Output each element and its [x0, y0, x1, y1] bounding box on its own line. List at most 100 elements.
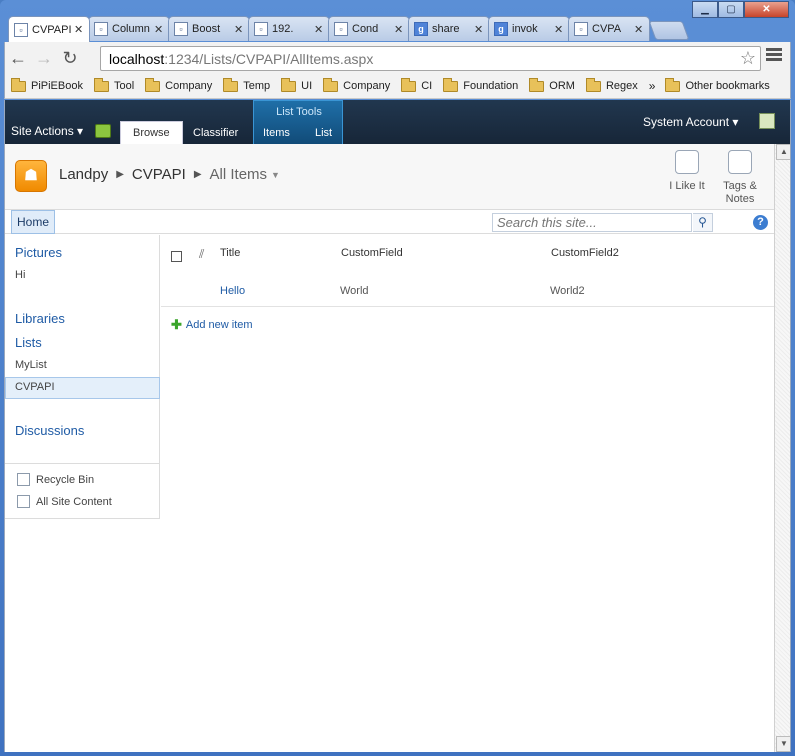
new-tab-button[interactable] [648, 21, 690, 40]
search-icon[interactable]: ⚲ [693, 213, 713, 232]
nav-home[interactable]: Home [11, 210, 56, 234]
breadcrumb: Landpy ▶ CVPAPI ▶ All Items ▼ [59, 166, 280, 183]
ql-heading-discussions[interactable]: Discussions [15, 423, 84, 438]
close-icon[interactable]: ✕ [634, 23, 644, 36]
row-divider [161, 306, 776, 307]
tab-invoke[interactable]: g invok ✕ [488, 16, 570, 41]
tags-label-line1: Tags & [723, 180, 757, 192]
bookmark-label: UI [301, 80, 313, 92]
column-customfield2[interactable]: CustomField2 [551, 247, 619, 259]
tab-192[interactable]: ▫ 192. ✕ [248, 16, 330, 41]
tab-items[interactable]: Items [251, 121, 302, 144]
site-logo-icon[interactable]: ☗ [15, 160, 47, 192]
search-input[interactable] [492, 213, 692, 232]
bookmark-folder[interactable]: Temp [223, 77, 271, 92]
bookmark-folder[interactable]: UI [281, 77, 313, 92]
tab-browse[interactable]: Browse [120, 121, 183, 144]
bookmark-folder[interactable]: Foundation [443, 77, 519, 92]
browser-window: ▁ ▢ ✕ ▫ CVPAPI ✕ ▫ Column ✕ ▫ Boost ✕ ▫ … [0, 0, 795, 756]
bookmark-folder[interactable]: ORM [529, 77, 575, 92]
folder-icon [145, 77, 161, 92]
column-title[interactable]: Title [220, 247, 240, 259]
tab-cond[interactable]: ▫ Cond ✕ [328, 16, 410, 41]
breadcrumb-view[interactable]: All Items [210, 166, 268, 183]
more-bookmarks-button[interactable]: » [649, 79, 656, 93]
add-new-label: Add new item [185, 319, 253, 331]
ql-heading-lists[interactable]: Lists [15, 335, 42, 350]
tab-strip: ▫ CVPAPI ✕ ▫ Column ✕ ▫ Boost ✕ ▫ 192. ✕… [8, 16, 690, 42]
folder-icon [11, 77, 26, 92]
close-icon[interactable]: ✕ [554, 23, 564, 36]
breadcrumb-list[interactable]: CVPAPI [132, 166, 186, 183]
bookmark-folder[interactable]: Regex [585, 77, 638, 92]
tab-column[interactable]: ▫ Column ✕ [88, 16, 170, 41]
tab-cvpapi[interactable]: ▫ CVPAPI ✕ [8, 16, 90, 42]
ql-all-site-content[interactable]: All Site Content [17, 495, 112, 508]
site-actions-menu[interactable]: Site Actions ▾ [11, 124, 83, 138]
bookmark-star-icon[interactable]: ☆ [740, 48, 756, 69]
other-bookmarks-folder[interactable]: Other bookmarks [665, 77, 770, 92]
tab-cvpa[interactable]: ▫ CVPA ✕ [568, 16, 650, 41]
bookmark-folder[interactable]: CI [401, 77, 433, 92]
chevron-down-icon[interactable]: ▼ [271, 170, 280, 180]
window-controls: ▁ ▢ ✕ [692, 1, 789, 18]
tab-list[interactable]: List [303, 121, 344, 144]
close-icon[interactable]: ✕ [154, 23, 164, 36]
select-all-checkbox[interactable] [171, 251, 182, 262]
close-icon[interactable]: ✕ [394, 23, 404, 36]
column-customfield[interactable]: CustomField [341, 247, 403, 259]
close-window-button[interactable]: ✕ [744, 1, 789, 18]
sharepoint-page: Site Actions ▾ List Tools Browse Classif… [4, 100, 791, 752]
bookmark-folder[interactable]: Company [323, 77, 390, 92]
i-like-it-button[interactable]: I Like It [657, 148, 717, 193]
ql-item-hi[interactable]: Hi [15, 269, 25, 281]
top-navigation: Home ⚲ ? [5, 210, 776, 234]
bookmark-label: Foundation [463, 80, 519, 92]
like-label: I Like It [669, 180, 705, 192]
vertical-scrollbar[interactable]: ▲ ▼ [774, 144, 790, 752]
bookmark-folder[interactable]: Company [145, 77, 212, 92]
scroll-up-icon[interactable]: ▲ [776, 144, 790, 160]
help-icon[interactable]: ? [753, 215, 768, 230]
tab-label: CVPAPI [32, 23, 72, 36]
bookmark-label: Tool [113, 80, 135, 92]
tab-label: share [432, 23, 460, 35]
tab-classifier[interactable]: Classifier [181, 121, 250, 144]
ql-recycle-bin[interactable]: Recycle Bin [17, 473, 94, 486]
menu-icon[interactable] [766, 48, 782, 63]
ql-item-cvpapi[interactable]: CVPAPI [15, 381, 55, 393]
tab-share[interactable]: g share ✕ [408, 16, 490, 41]
bookmark-folder[interactable]: PiPiEBook [11, 77, 83, 92]
tab-label: CVPA [592, 23, 622, 35]
address-bar[interactable]: localhost:1234/Lists/CVPAPI/AllItems.asp… [100, 46, 761, 71]
cell-title[interactable]: Hello [220, 285, 245, 297]
tags-notes-button[interactable]: Tags & Notes [710, 148, 770, 206]
close-icon[interactable]: ✕ [74, 23, 84, 36]
ql-heading-pictures[interactable]: Pictures [15, 245, 62, 260]
bookmark-label: Temp [243, 80, 271, 92]
ql-heading-libraries[interactable]: Libraries [15, 311, 65, 326]
recycle-bin-icon [17, 473, 30, 486]
breadcrumb-separator-icon: ▶ [116, 169, 124, 180]
maximize-button[interactable]: ▢ [718, 1, 744, 18]
tags-label-line2: Notes [725, 193, 755, 205]
list-header-row: ⫽ Title CustomField CustomField2 [161, 235, 776, 271]
forward-arrow-icon[interactable]: → [31, 45, 57, 71]
breadcrumb-site[interactable]: Landpy [59, 166, 108, 183]
close-icon[interactable]: ✕ [474, 23, 484, 36]
back-arrow-icon[interactable]: ← [5, 45, 31, 71]
close-icon[interactable]: ✕ [314, 23, 324, 36]
scroll-down-icon[interactable]: ▼ [776, 736, 790, 752]
bookmark-folder[interactable]: Tool [93, 77, 135, 92]
reload-icon[interactable]: ↻ [57, 45, 83, 71]
navigate-up-icon[interactable] [95, 124, 111, 138]
account-icon[interactable] [759, 113, 775, 129]
minimize-button[interactable]: ▁ [692, 1, 718, 18]
ql-item-mylist[interactable]: MyList [15, 359, 47, 371]
account-menu[interactable]: System Account ▾ [643, 115, 738, 129]
bookmark-label: CI [421, 80, 433, 92]
add-new-item-link[interactable]: ✚ Add new item [171, 317, 253, 333]
google-icon: g [414, 22, 428, 36]
tab-boost[interactable]: ▫ Boost ✕ [168, 16, 250, 41]
close-icon[interactable]: ✕ [234, 23, 244, 36]
